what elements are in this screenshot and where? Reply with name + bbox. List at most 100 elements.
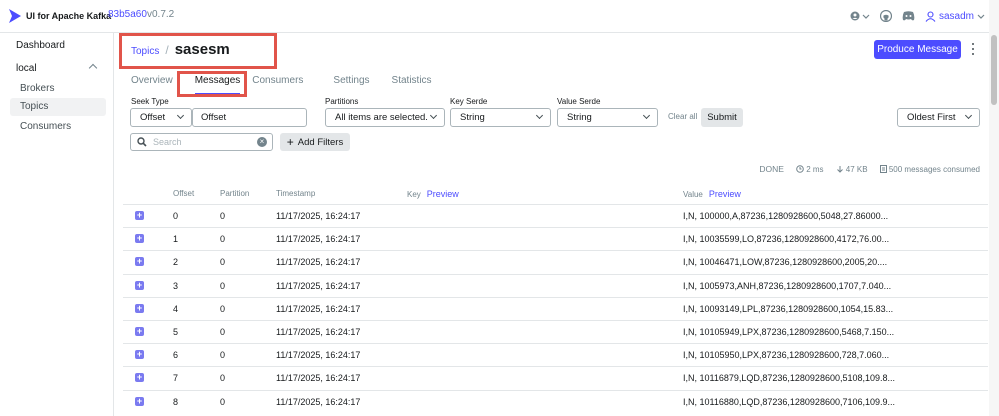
version-hash-link[interactable]: 83b5a60 (108, 9, 147, 20)
user-menu[interactable]: sasadm (925, 11, 985, 22)
chevron-down-icon (964, 111, 973, 120)
partitions-label: Partitions (325, 97, 359, 106)
top-right-actions: sasadm (850, 6, 985, 26)
sort-order-value: Oldest First (907, 112, 956, 123)
document-icon (879, 164, 887, 173)
cell-value: I,N, 10116879,LQD,87236,1280928600,5108,… (683, 373, 896, 384)
key-serde-select[interactable]: String (450, 108, 551, 127)
chevron-down-icon (977, 14, 985, 19)
search-input[interactable]: Search × (130, 133, 273, 151)
elapsed-time: 2 ms (796, 165, 824, 174)
produce-message-button[interactable]: Produce Message (874, 40, 961, 59)
cell-partition: 0 (220, 257, 226, 268)
cell-offset: 3 (173, 280, 179, 291)
consumption-stats: DONE 2 ms 47 KB 500 messages consumed (759, 164, 980, 174)
cell-value: I,N, 1005973,ANH,87236,1280928600,1707,7… (683, 280, 892, 291)
table-row[interactable]: +1 0 11/17/2025, 16:24:17 I,N, 10035599,LO,… (123, 227, 988, 250)
version-label: v0.7.2 (147, 9, 175, 20)
discord-link[interactable] (902, 11, 915, 21)
tab-consumers[interactable]: Consumers (252, 75, 303, 95)
table-row[interactable]: +2 0 11/17/2025, 16:24:17 I,N, 10046471,LOW… (123, 250, 988, 273)
theme-toggle[interactable] (850, 11, 870, 21)
cell-timestamp: 11/17/2025, 16:24:17 (276, 326, 361, 337)
add-filters-label: Add Filters (297, 136, 344, 148)
sort-order-select[interactable]: Oldest First (897, 108, 980, 127)
cell-offset: 8 (173, 396, 179, 407)
table-row[interactable]: +5 0 11/17/2025, 16:24:17 I,N, 10105949,LPX… (123, 319, 988, 343)
bytes-consumed: 47 KB (836, 165, 868, 174)
cell-value: I,N, 10105949,LPX,87236,1280928600,5468,… (683, 326, 895, 337)
expand-row-icon[interactable]: + (135, 326, 144, 336)
value-serde-label: Value Serde (557, 97, 601, 106)
cell-timestamp: 11/17/2025, 16:24:17 (276, 211, 361, 221)
seek-type-label: Seek Type (131, 97, 169, 106)
tab-overview[interactable]: Overview (131, 75, 173, 95)
expand-row-icon[interactable]: + (135, 280, 144, 290)
column-key: Key Preview (407, 189, 459, 199)
messages-consumed-value: 500 messages consumed (888, 164, 980, 174)
cell-timestamp: 11/17/2025, 16:24:17 (276, 373, 361, 384)
expand-row-icon[interactable]: + (135, 303, 144, 313)
cell-partition: 0 (220, 350, 226, 361)
cell-value: I,N, 10116880,LQD,87236,1280928600,7106,… (683, 396, 896, 407)
status-label: DONE (759, 164, 784, 174)
expand-row-icon[interactable]: + (135, 234, 144, 244)
sidebar-item-topics[interactable]: Topics (10, 98, 106, 116)
cell-value: I,N, 100000,A,87236,1280928600,5048,27.8… (683, 211, 889, 221)
expand-row-icon[interactable]: + (135, 211, 144, 220)
column-partition: Partition (220, 189, 250, 198)
table-row[interactable]: +3 0 11/17/2025, 16:24:17 I,N, 1005973,ANH,… (123, 273, 988, 297)
sidebar-item-dashboard[interactable]: Dashboard (10, 37, 106, 55)
expand-row-icon[interactable]: + (135, 350, 144, 360)
tab-settings[interactable]: Settings (333, 75, 369, 95)
table-row[interactable]: +0 0 11/17/2025, 16:24:17 I,N, 100000,A,872… (123, 204, 988, 227)
partitions-value: All items are selected. (335, 112, 428, 123)
cell-value: I,N, 10105950,LPX,87236,1280928600,728,7… (683, 350, 890, 361)
expand-row-icon[interactable]: + (135, 373, 144, 383)
expand-row-icon[interactable]: + (135, 257, 144, 267)
sidebar-item-brokers[interactable]: Brokers (10, 80, 106, 98)
page-scrollbar[interactable] (989, 0, 999, 416)
table-row[interactable]: +4 0 11/17/2025, 16:24:17 I,N, 10093149,LPL… (123, 296, 988, 320)
sidebar-cluster-local[interactable]: local (10, 60, 106, 78)
github-link[interactable] (879, 10, 892, 22)
value-preview-link[interactable]: Preview (709, 189, 741, 199)
cell-timestamp: 11/17/2025, 16:24:17 (276, 257, 361, 268)
chevron-down-icon (862, 14, 870, 19)
plus-icon: + (286, 135, 294, 149)
cell-partition: 0 (220, 211, 226, 221)
discord-icon (902, 11, 915, 21)
elapsed-time-value: 2 ms (806, 164, 824, 174)
clear-search-icon[interactable]: × (257, 137, 267, 147)
offset-input[interactable]: Offset (192, 108, 307, 127)
theme-icon (850, 11, 860, 21)
chevron-down-icon (642, 111, 651, 120)
messages-consumed: 500 messages consumed (879, 164, 980, 174)
cell-timestamp: 11/17/2025, 16:24:17 (276, 234, 361, 245)
column-value: Value Preview (683, 189, 741, 199)
main-content: Topics / sasesm Produce Message Overview… (115, 33, 988, 416)
clear-all-button[interactable]: Clear all (668, 112, 697, 121)
sidebar-item-consumers[interactable]: Consumers (10, 118, 106, 136)
add-filters-button[interactable]: + Add Filters (280, 133, 350, 151)
partitions-select[interactable]: All items are selected. (325, 108, 445, 127)
scrollbar-thumb[interactable] (991, 35, 997, 105)
chevron-down-icon (176, 111, 185, 120)
cell-offset: 2 (173, 257, 179, 268)
submit-button[interactable]: Submit (701, 108, 743, 127)
top-bar: UI for Apache Kafka 83b5a60 v0.7.2 sasad… (0, 0, 999, 33)
value-serde-select[interactable]: String (557, 108, 658, 127)
table-row[interactable]: +7 0 11/17/2025, 16:24:17 I,N, 10116879,LQD… (123, 366, 988, 389)
github-icon (879, 10, 892, 22)
cell-partition: 0 (220, 373, 226, 384)
expand-row-icon[interactable]: + (135, 396, 144, 406)
seek-type-select[interactable]: Offset (130, 108, 192, 127)
sidebar: Dashboard local Brokers Topics Consumers (0, 33, 114, 416)
cell-partition: 0 (220, 303, 226, 314)
table-row[interactable]: +6 0 11/17/2025, 16:24:17 I,N, 10105950,LPX… (123, 343, 988, 366)
cell-partition: 0 (220, 280, 226, 291)
table-row[interactable]: +8 0 11/17/2025, 16:24:17 I,N, 10116880,LQD… (123, 389, 988, 413)
more-options-icon[interactable] (971, 43, 975, 57)
tab-statistics[interactable]: Statistics (392, 75, 432, 95)
key-preview-link[interactable]: Preview (427, 189, 459, 199)
